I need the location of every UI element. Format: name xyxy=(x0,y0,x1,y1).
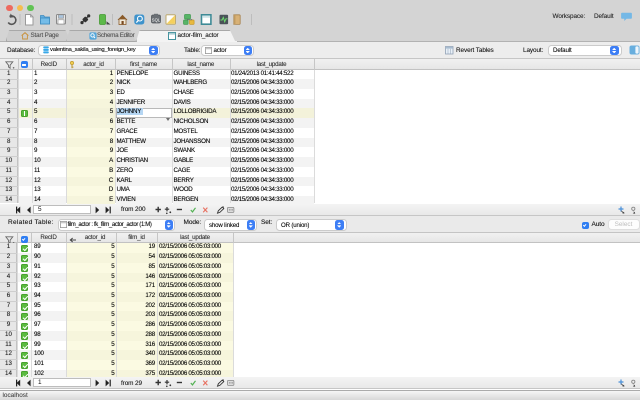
svg-text:SQL: SQL xyxy=(152,17,161,22)
